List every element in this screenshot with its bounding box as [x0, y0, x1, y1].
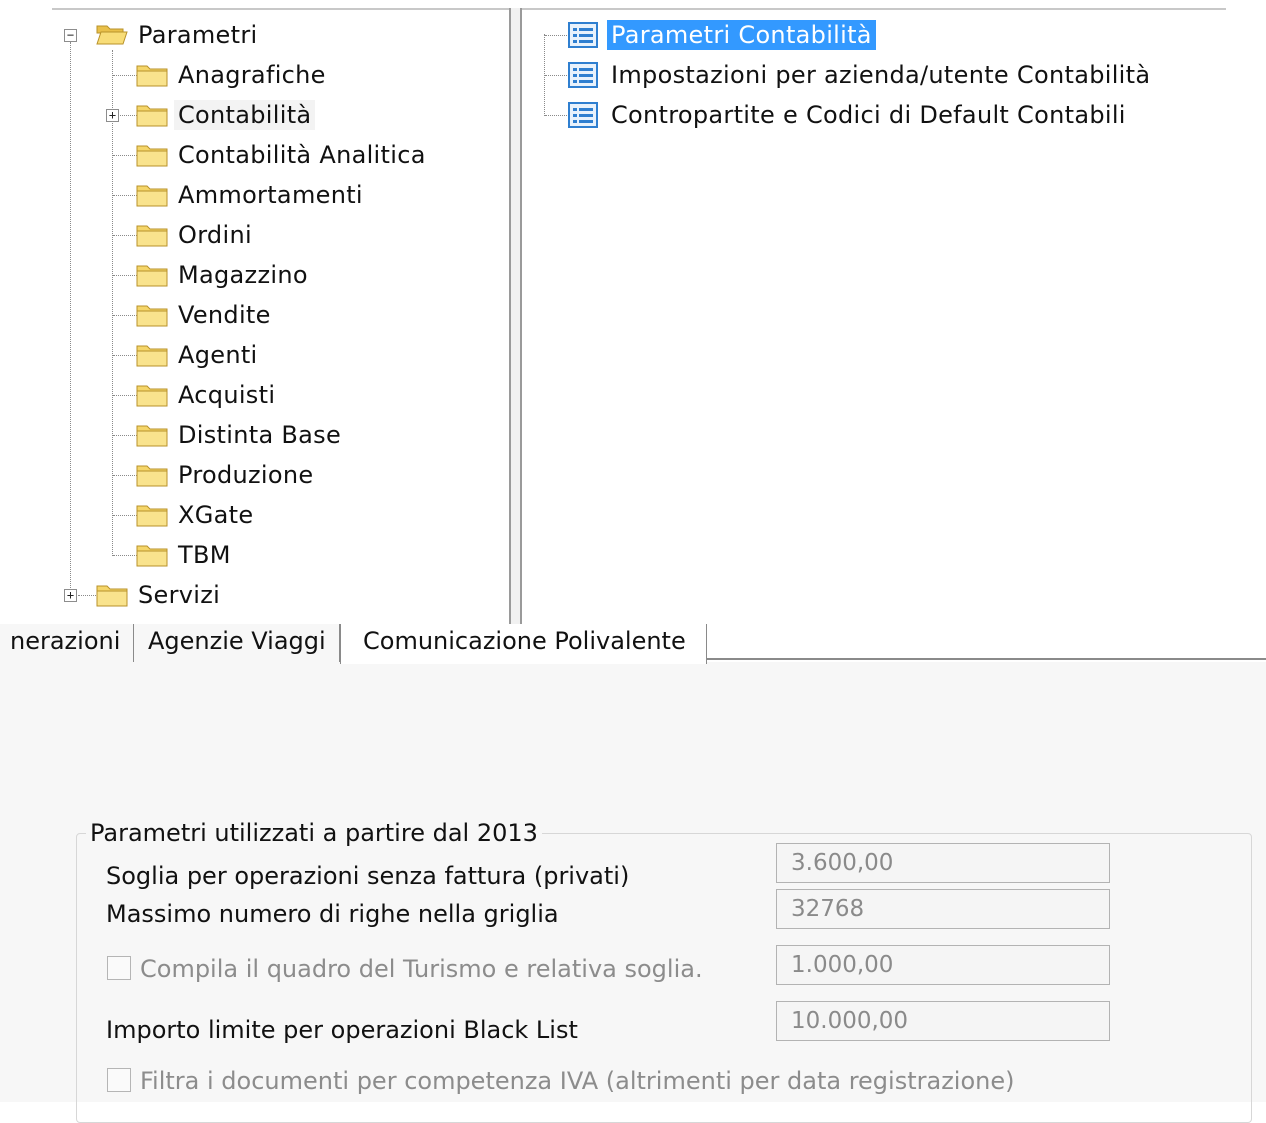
- tab-agenzie-viaggi[interactable]: Agenzie Viaggi: [134, 624, 340, 662]
- program-list-item[interactable]: Contropartite e Codici di Default Contab…: [522, 100, 1222, 130]
- folder-icon: [136, 345, 168, 367]
- splitter[interactable]: [509, 8, 522, 624]
- soglia-field[interactable]: 3.600,00: [776, 843, 1110, 883]
- tree-node-label: Ammortamenti: [178, 181, 363, 209]
- filtra-checkbox[interactable]: [107, 1068, 131, 1092]
- tree-node-item[interactable]: TBM: [52, 540, 492, 570]
- tree-line: [113, 275, 137, 276]
- tree-line: [113, 75, 137, 76]
- tree-node-item[interactable]: Vendite: [52, 300, 492, 330]
- program-list-label: Contropartite e Codici di Default Contab…: [611, 101, 1126, 129]
- tree-node-item[interactable]: Distinta Base: [52, 420, 492, 450]
- tree-line: [545, 75, 567, 76]
- righe-label: Massimo numero di righe nella griglia: [106, 900, 559, 928]
- filtra-label: Filtra i documenti per competenza IVA (a…: [140, 1067, 1015, 1095]
- folder-icon: [96, 585, 128, 607]
- folder-icon: [136, 185, 168, 207]
- righe-field[interactable]: 32768: [776, 889, 1110, 929]
- tree-node-item[interactable]: + Contabilità: [52, 100, 492, 130]
- tree-node-item[interactable]: Ordini: [52, 220, 492, 250]
- turismo-label: Compila il quadro del Turismo e relativa…: [140, 955, 703, 983]
- tree-node-label: Magazzino: [178, 261, 308, 289]
- folder-icon: [136, 385, 168, 407]
- open-folder-icon: [96, 25, 128, 45]
- tree-node-item[interactable]: Ammortamenti: [52, 180, 492, 210]
- blacklist-label: Importo limite per operazioni Black List: [106, 1016, 578, 1044]
- tree-line: [78, 595, 96, 596]
- folder-icon: [136, 65, 168, 87]
- tree-node-label: Vendite: [178, 301, 271, 329]
- tree-node-item[interactable]: Anagrafiche: [52, 60, 492, 90]
- tree-node-item[interactable]: XGate: [52, 500, 492, 530]
- tree-line: [545, 35, 567, 36]
- tree-node-servizi[interactable]: + Servizi: [52, 580, 352, 610]
- program-list-label: Parametri Contabilità: [607, 20, 876, 50]
- tree-node-label: Parametri: [138, 21, 258, 49]
- program-icon: [568, 22, 598, 48]
- tab-comunicazione-polivalente[interactable]: Comunicazione Polivalente: [340, 624, 707, 664]
- tree-node-label: Distinta Base: [178, 421, 342, 449]
- tree-line: [113, 395, 137, 396]
- tree-line: [113, 195, 137, 196]
- tree-node-item[interactable]: Contabilità Analitica: [52, 140, 492, 170]
- folder-icon: [136, 145, 168, 167]
- settings-panel: nerazioni Agenzie Viaggi Comunicazione P…: [0, 624, 1266, 1123]
- turismo-field[interactable]: 1.000,00: [776, 945, 1110, 985]
- tree-node-label: TBM: [178, 541, 231, 569]
- expand-icon[interactable]: +: [106, 109, 119, 122]
- tree-line: [113, 355, 137, 356]
- tree-node-item[interactable]: Magazzino: [52, 260, 492, 290]
- folder-tree: − Parametri Anagrafiche + Contabilità Conta…: [52, 10, 510, 624]
- tree-line: [113, 155, 137, 156]
- tree-node-label: Produzione: [178, 461, 314, 489]
- tree-node-label: XGate: [178, 501, 254, 529]
- tree-node-item[interactable]: Acquisti: [52, 380, 492, 410]
- tree-line: [113, 475, 137, 476]
- folder-icon: [136, 545, 168, 567]
- group-title: Parametri utilizzati a partire dal 2013: [86, 818, 542, 848]
- tree-node-label: Servizi: [138, 581, 221, 609]
- program-icon: [568, 62, 598, 88]
- soglia-label: Soglia per operazioni senza fattura (pri…: [106, 862, 630, 890]
- tab-strip: nerazioni Agenzie Viaggi Comunicazione P…: [0, 624, 1266, 664]
- expand-icon[interactable]: +: [64, 589, 77, 602]
- tree-node-item[interactable]: Agenti: [52, 340, 492, 370]
- tree-node-label: Acquisti: [178, 381, 276, 409]
- folder-icon: [136, 425, 168, 447]
- tab-baseline: [707, 658, 1266, 660]
- tree-node-label: Contabilità Analitica: [178, 141, 426, 169]
- program-list-label: Impostazioni per azienda/utente Contabil…: [611, 61, 1151, 89]
- navigator-panel: − Parametri Anagrafiche + Contabilità Conta…: [0, 0, 1266, 624]
- program-list: Parametri Contabilità Impostazioni per az…: [522, 10, 1226, 624]
- tree-node-label: Anagrafiche: [178, 61, 326, 89]
- folder-icon: [136, 105, 168, 127]
- folder-icon: [136, 265, 168, 287]
- program-icon: [568, 102, 598, 128]
- folder-icon: [136, 465, 168, 487]
- folder-icon: [136, 505, 168, 527]
- tree-node-item[interactable]: Produzione: [52, 460, 492, 490]
- tree-line: [113, 235, 137, 236]
- tree-node-label: Ordini: [178, 221, 252, 249]
- tree-line: [545, 115, 567, 116]
- collapse-icon[interactable]: −: [64, 29, 77, 42]
- tab-numerazioni[interactable]: nerazioni: [0, 624, 134, 662]
- tree-line: [113, 515, 137, 516]
- folder-icon: [136, 225, 168, 247]
- blacklist-field[interactable]: 10.000,00: [776, 1001, 1110, 1041]
- tree-node-label: Contabilità: [174, 100, 316, 130]
- turismo-checkbox[interactable]: [107, 956, 131, 980]
- program-list-item[interactable]: Parametri Contabilità: [522, 20, 1222, 50]
- tree-line: [113, 435, 137, 436]
- tree-line: [113, 315, 137, 316]
- tree-line: [113, 555, 137, 556]
- program-list-item[interactable]: Impostazioni per azienda/utente Contabil…: [522, 60, 1222, 90]
- tree-node-label: Agenti: [178, 341, 258, 369]
- tree-node-parametri[interactable]: − Parametri: [52, 20, 352, 50]
- folder-icon: [136, 305, 168, 327]
